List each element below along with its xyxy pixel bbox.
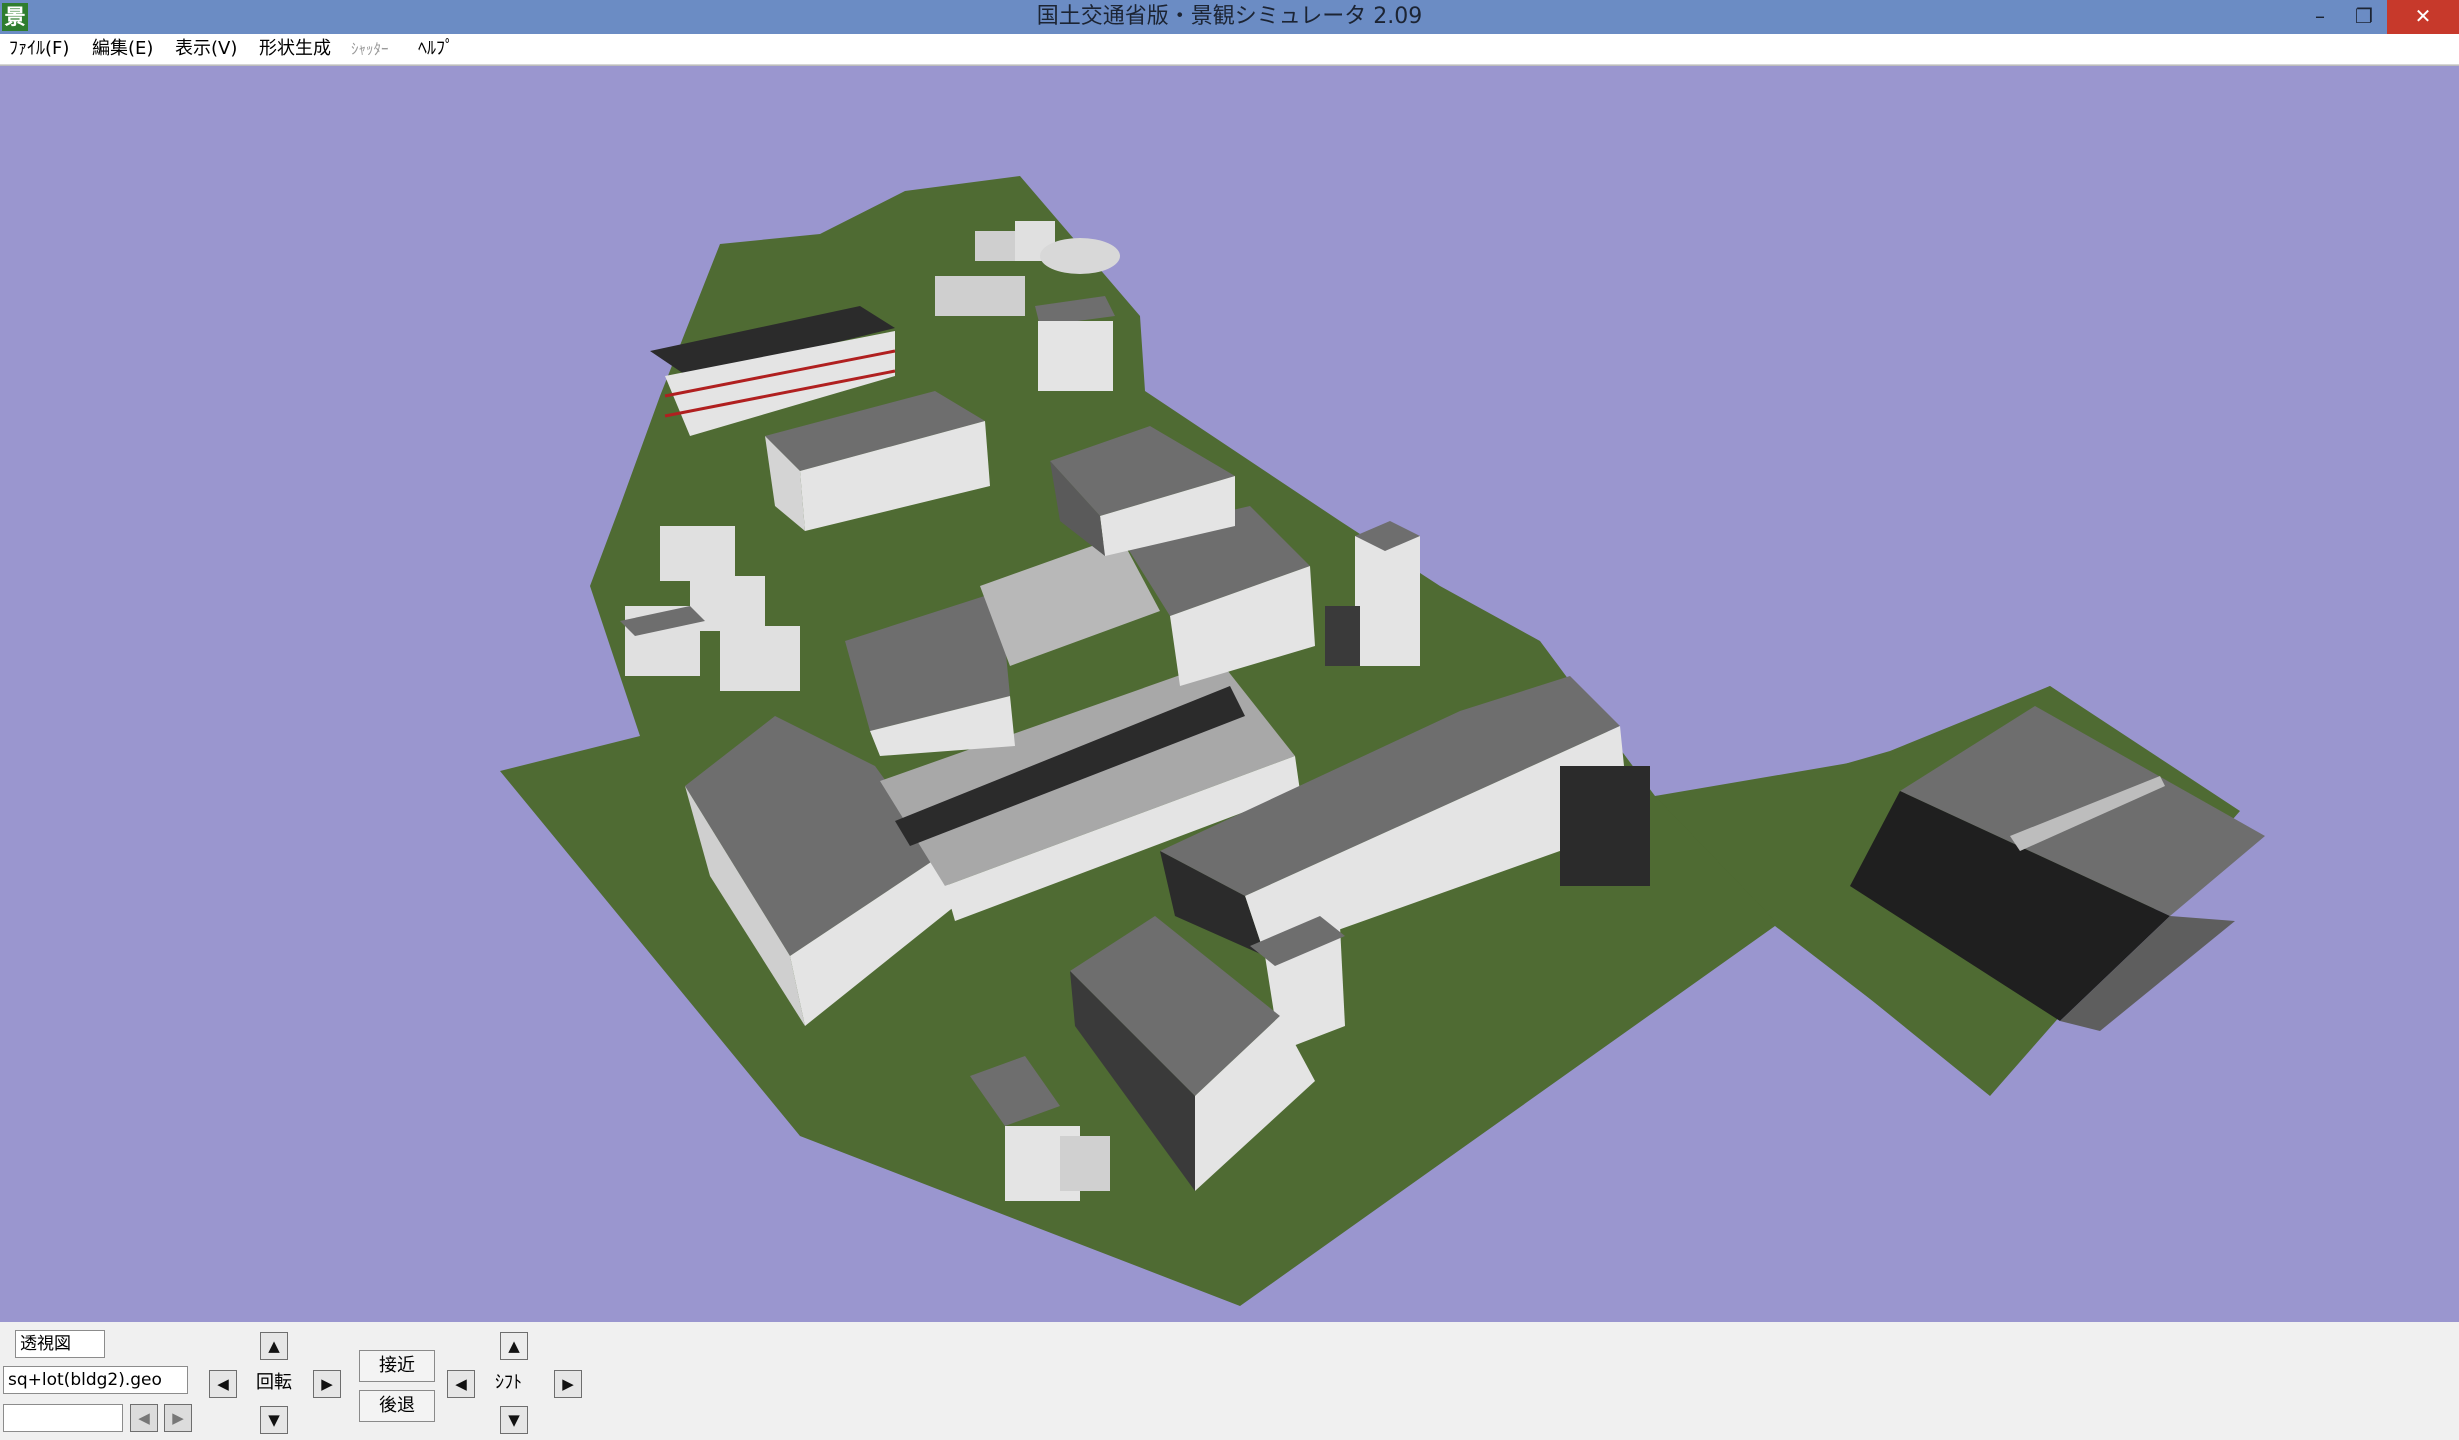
scene-render <box>500 176 2265 1306</box>
shift-up-button[interactable]: ▲ <box>500 1332 528 1360</box>
minimize-button[interactable]: – <box>2300 0 2340 34</box>
title-bar: 景 国土交通省版・景観シミュレータ 2.09 – ❐ ✕ <box>0 0 2459 34</box>
menu-view[interactable]: 表示(V) <box>175 34 237 64</box>
retreat-button[interactable]: 後退 <box>359 1390 435 1422</box>
window-title: 国土交通省版・景観シミュレータ 2.09 <box>1036 4 1423 29</box>
shift-label: ｼﾌﾄ <box>495 1372 522 1393</box>
menu-help[interactable]: ﾍﾙﾌﾟ <box>418 34 454 64</box>
menu-shape-generation[interactable]: 形状生成 <box>259 34 331 64</box>
small-right-arrow-icon[interactable]: ▶ <box>164 1404 192 1432</box>
view-mode-field[interactable]: 透視図 <box>15 1330 105 1358</box>
small-left-arrow-icon[interactable]: ◀ <box>130 1404 158 1432</box>
3d-viewport[interactable] <box>0 65 2459 1323</box>
rotate-up-button[interactable]: ▲ <box>260 1332 288 1360</box>
file-name-field[interactable]: sq+lot(bldg2).geo <box>3 1366 188 1394</box>
menu-shutter[interactable]: ｼｬｯﾀｰ <box>351 34 389 64</box>
approach-button[interactable]: 接近 <box>359 1350 435 1382</box>
rotate-right-button[interactable]: ▶ <box>313 1370 341 1398</box>
rotate-label: 回転 <box>256 1372 292 1393</box>
control-panel: 透視図 sq+lot(bldg2).geo ◀ ▶ ◀ 回転 ▶ ▲ ▼ 接近 … <box>0 1322 2459 1440</box>
menu-edit[interactable]: 編集(E) <box>92 34 153 64</box>
maximize-button[interactable]: ❐ <box>2344 0 2384 34</box>
rotate-down-button[interactable]: ▼ <box>260 1406 288 1434</box>
shift-down-button[interactable]: ▼ <box>500 1406 528 1434</box>
rotate-left-button[interactable]: ◀ <box>209 1370 237 1398</box>
shift-right-button[interactable]: ▶ <box>554 1370 582 1398</box>
empty-input-field[interactable] <box>3 1404 123 1432</box>
menu-bar: ﾌｧｲﾙ(F) 編集(E) 表示(V) 形状生成 ｼｬｯﾀｰ ﾍﾙﾌﾟ <box>0 34 2459 65</box>
close-button[interactable]: ✕ <box>2387 0 2459 34</box>
shift-left-button[interactable]: ◀ <box>447 1370 475 1398</box>
menu-file[interactable]: ﾌｧｲﾙ(F) <box>9 34 69 64</box>
